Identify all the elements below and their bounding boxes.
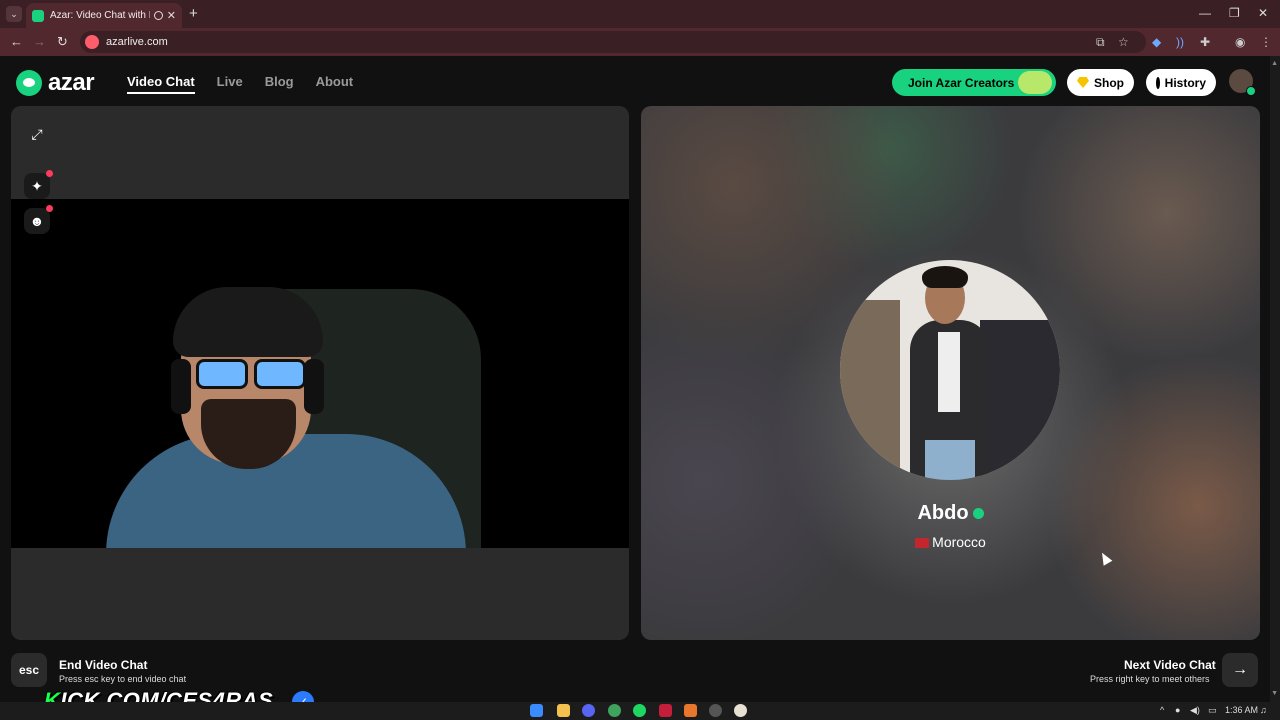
user-avatar[interactable] (1229, 69, 1256, 96)
site-info-icon[interactable] (85, 35, 99, 49)
effects-sparkle-icon[interactable]: ✦ (24, 170, 53, 199)
minimize-button[interactable]: — (1199, 6, 1211, 20)
volume-icon[interactable]: ◀) (1190, 705, 1200, 716)
notification-dot (46, 205, 53, 212)
network-icon[interactable]: ▭ (1208, 705, 1217, 716)
headset-right-shape (304, 359, 324, 414)
history-button[interactable]: History (1146, 69, 1216, 96)
mask-face-icon[interactable]: ☻ (24, 205, 53, 234)
profile-icon[interactable]: ◉ (1235, 35, 1245, 49)
install-app-icon[interactable]: ⧉ (1096, 35, 1105, 50)
history-label: History (1164, 75, 1206, 90)
azar-logo-icon (16, 70, 42, 96)
app-red-icon[interactable] (659, 704, 672, 717)
morocco-flag-icon (915, 538, 930, 549)
new-tab-button[interactable]: + (189, 5, 198, 22)
extension-audio-icon[interactable]: )) (1176, 35, 1184, 49)
back-icon[interactable]: ← (10, 34, 23, 49)
clock-icon (1156, 76, 1160, 89)
fullscreen-expand-icon[interactable]: ⤢ (24, 121, 50, 147)
end-chat-title[interactable]: End Video Chat (59, 658, 147, 672)
azar-logo[interactable]: azar (16, 69, 95, 97)
gem-icon (1077, 77, 1089, 88)
scroll-up-arrow-icon[interactable]: ▲ (1271, 60, 1278, 67)
clock-time[interactable]: 1:36 AM (1225, 705, 1258, 715)
nav-about[interactable]: About (316, 74, 354, 94)
tab-search-icon[interactable]: ⌄ (6, 6, 22, 22)
glasses-shape (196, 359, 306, 389)
remote-name-row: Abdo (641, 502, 1260, 525)
join-creators-label: Join Azar Creators (908, 75, 1015, 90)
discord-icon[interactable] (582, 704, 595, 717)
creators-decoration-icon (1018, 71, 1052, 94)
mic-icon[interactable]: ● (1175, 705, 1180, 715)
end-chat-key-button[interactable]: esc (11, 653, 47, 687)
app-gray-icon[interactable] (709, 704, 722, 717)
remote-country: Morocco (932, 534, 986, 550)
headset-left-shape (171, 359, 191, 414)
next-chat-title[interactable]: Next Video Chat (1124, 658, 1216, 672)
notification-dot (46, 170, 53, 177)
tab-title: Azar: Video Chat with New (50, 10, 150, 21)
tray-chevron-icon[interactable]: ^ (1160, 705, 1164, 715)
next-chat-arrow-button[interactable]: → (1222, 653, 1258, 687)
chrome-icon[interactable] (608, 704, 621, 717)
nav-live[interactable]: Live (217, 74, 243, 94)
remote-country-row: Morocco (641, 534, 1260, 550)
address-bar[interactable]: azarlive.com (80, 31, 1146, 53)
page-scrollbar[interactable] (1270, 56, 1280, 702)
browser-active-icon[interactable] (734, 704, 747, 717)
browser-toolbar: ← → ↻ azarlive.com (0, 28, 1280, 56)
bookmark-star-icon[interactable]: ☆ (1118, 35, 1129, 49)
local-video-panel (11, 106, 629, 640)
spotify-icon[interactable] (633, 704, 646, 717)
local-camera-feed (11, 199, 629, 548)
shop-label: Shop (1094, 75, 1124, 90)
nav-blog[interactable]: Blog (265, 74, 294, 94)
forward-icon[interactable]: → (33, 34, 46, 49)
close-window-button[interactable]: ✕ (1258, 6, 1268, 20)
next-chat-hint: Press right key to meet others (1090, 674, 1210, 684)
restore-button[interactable]: ❐ (1229, 6, 1240, 20)
shop-button[interactable]: Shop (1067, 69, 1134, 96)
browser-tab[interactable]: Azar: Video Chat with New ✕ (26, 3, 182, 28)
reload-icon[interactable]: ↻ (57, 34, 68, 50)
remote-profile-photo (840, 260, 1060, 480)
url-text: azarlive.com (106, 36, 168, 48)
site-header: azar Video Chat Live Blog About Join Aza… (0, 56, 1270, 106)
logo-text: azar (48, 69, 95, 96)
nav-video-chat[interactable]: Video Chat (127, 74, 195, 94)
remote-user-name: Abdo (917, 502, 969, 524)
menu-icon[interactable]: ⋮ (1260, 35, 1272, 49)
tab-close-icon[interactable]: ✕ (167, 9, 176, 22)
join-creators-button[interactable]: Join Azar Creators (892, 69, 1056, 96)
notification-bell-icon[interactable]: ♫ (1260, 705, 1267, 715)
recording-icon (153, 11, 163, 20)
azar-favicon-icon (32, 9, 44, 22)
app-orange-icon[interactable] (684, 704, 697, 717)
cap-shape (173, 287, 323, 357)
extension-shield-icon[interactable]: ◆ (1152, 35, 1161, 49)
verified-icon (972, 508, 984, 520)
extensions-icon[interactable]: ✚ (1200, 35, 1210, 49)
browser-tab-bar: ⌄ Azar: Video Chat with New ✕ + — ❐ ✕ (0, 0, 1280, 28)
main-nav: Video Chat Live Blog About (127, 74, 353, 94)
remote-video-panel: Abdo Morocco (641, 106, 1260, 640)
end-chat-hint: Press esc key to end video chat (59, 674, 187, 684)
scroll-down-arrow-icon[interactable]: ▼ (1271, 690, 1278, 697)
start-menu-icon[interactable] (530, 704, 543, 717)
file-explorer-icon[interactable] (557, 704, 570, 717)
online-status-icon (1246, 86, 1256, 96)
